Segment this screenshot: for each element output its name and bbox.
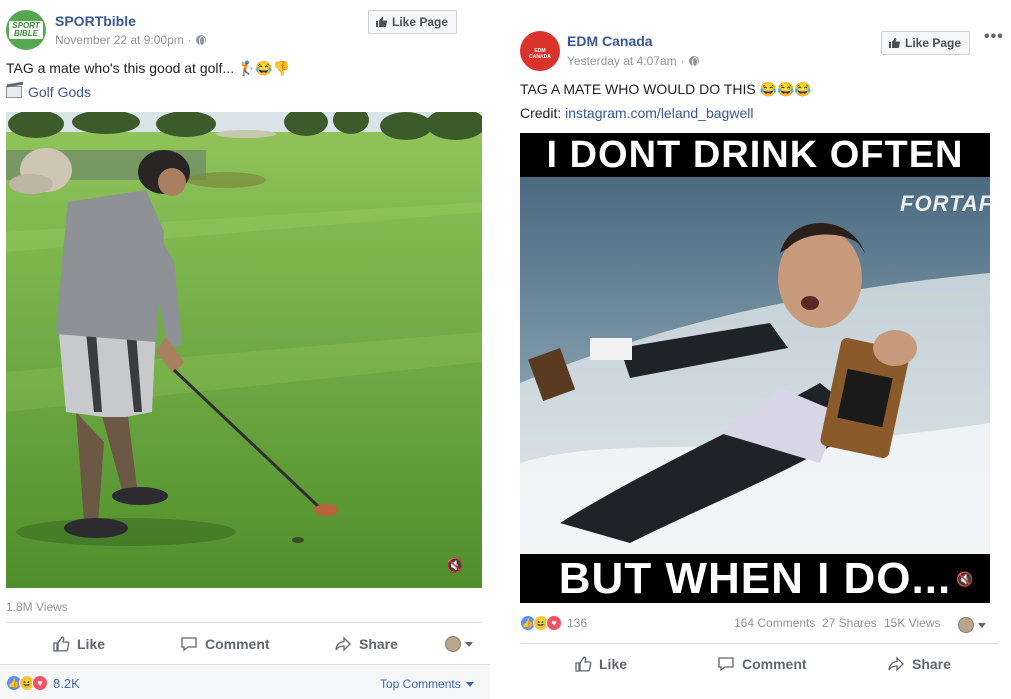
divider (520, 643, 998, 644)
share-button[interactable]: Share (887, 655, 951, 673)
like-button[interactable]: Like (574, 655, 627, 673)
thumbs-up-icon (53, 636, 70, 652)
sportbible-post: SPORT BIBLE SPORTbible November 22 at 9:… (0, 0, 490, 699)
page-name[interactable]: EDM Canada (567, 33, 653, 49)
chevron-down-icon (465, 681, 474, 687)
globe-icon (195, 35, 206, 46)
view-count: 15K Views (884, 616, 941, 630)
post-as-selector[interactable] (445, 636, 473, 652)
thumbs-up-icon (575, 656, 592, 672)
comment-label: Comment (742, 656, 807, 672)
like-label: Like (599, 656, 628, 672)
edm-canada-avatar[interactable]: EDM CANADA (520, 31, 560, 71)
credit-link[interactable]: instagram.com/leland_bagwell (565, 105, 753, 121)
share-label: Share (912, 656, 951, 672)
post-meta: November 22 at 9:00pm · (55, 33, 206, 47)
meme-video[interactable]: I DONT DRINK OFTEN BUT WHEN I DO... FORT… (520, 133, 990, 603)
tag-row: Golf Gods (6, 81, 91, 100)
post-as-selector[interactable] (958, 617, 986, 633)
movie-icon (6, 81, 23, 98)
edm-canada-post: EDM CANADA EDM Canada Yesterday at 4:07a… (512, 22, 1011, 699)
like-label: Like (77, 636, 106, 652)
like-page-label: Like Page (905, 36, 962, 50)
like-button[interactable]: Like (52, 635, 105, 653)
muted-speaker-icon[interactable]: 🔇 (446, 557, 463, 574)
share-button[interactable]: Share (334, 635, 398, 653)
avatar-logo-text: SPORT BIBLE (12, 21, 40, 38)
watermark: FORTAFY (900, 191, 990, 216)
meme-top-text: I DONT DRINK OFTEN (520, 133, 990, 177)
reaction-count[interactable]: 8.2K (53, 676, 80, 691)
love-reaction-icon: ♥ (546, 615, 562, 631)
timestamp[interactable]: November 22 at 9:00pm (55, 33, 184, 47)
page-name[interactable]: SPORTbible (55, 13, 136, 29)
reaction-count[interactable]: 136 (567, 616, 587, 630)
thumbs-up-icon (376, 17, 387, 27)
viewer-avatar (445, 636, 461, 652)
divider (6, 622, 482, 623)
top-comments-dropdown[interactable]: Top Comments (380, 677, 474, 691)
chevron-down-icon (465, 641, 473, 647)
viewer-avatar (958, 617, 974, 633)
credit-label: Credit: (520, 105, 562, 121)
share-count[interactable]: 27 Shares (822, 616, 877, 630)
credit-row: Credit: instagram.com/leland_bagwell (520, 105, 753, 121)
reaction-summary[interactable]: 👍 😆 ♥ 136 (520, 615, 587, 631)
sportbible-avatar[interactable]: SPORT BIBLE (6, 10, 46, 50)
like-page-button[interactable]: Like Page (368, 10, 458, 34)
like-page-label: Like Page (392, 15, 449, 29)
like-page-button[interactable]: Like Page (881, 31, 971, 55)
muted-speaker-icon[interactable]: 🔇 (956, 571, 973, 588)
top-comments-label: Top Comments (380, 677, 461, 691)
comment-bubble-icon (181, 637, 197, 652)
share-label: Share (359, 636, 398, 652)
thumbs-up-icon (889, 38, 900, 48)
golf-video[interactable]: 🔇 (6, 112, 482, 588)
golf-scene (6, 112, 482, 588)
chevron-down-icon (978, 622, 986, 628)
comment-button[interactable]: Comment (717, 655, 807, 673)
comment-count[interactable]: 164 Comments (734, 616, 815, 630)
avatar-logo-text: EDM CANADA (529, 48, 551, 60)
golf-gods-link[interactable]: Golf Gods (28, 84, 91, 100)
timestamp[interactable]: Yesterday at 4:07am (567, 54, 677, 68)
share-arrow-icon (888, 656, 904, 672)
globe-icon (688, 56, 699, 67)
view-count: 1.8M Views (6, 600, 68, 614)
comment-label: Comment (205, 636, 270, 652)
more-options-icon[interactable]: ••• (984, 28, 1004, 46)
post-meta: Yesterday at 4:07am · (567, 54, 699, 68)
share-arrow-icon (335, 636, 351, 652)
comment-bubble-icon (718, 657, 734, 672)
post-caption: TAG a mate who's this good at golf... 🏌😂… (6, 60, 291, 76)
reactions-bar: 👍 😆 ♥ 8.2K Top Comments (0, 664, 490, 699)
meme-bottom-text: BUT WHEN I DO... (520, 554, 990, 603)
reaction-summary[interactable]: 👍 😆 ♥ 8.2K (6, 675, 80, 691)
post-caption: TAG A MATE WHO WOULD DO THIS 😂😂😂 (520, 81, 812, 97)
comment-button[interactable]: Comment (180, 635, 270, 653)
love-reaction-icon: ♥ (32, 675, 48, 691)
